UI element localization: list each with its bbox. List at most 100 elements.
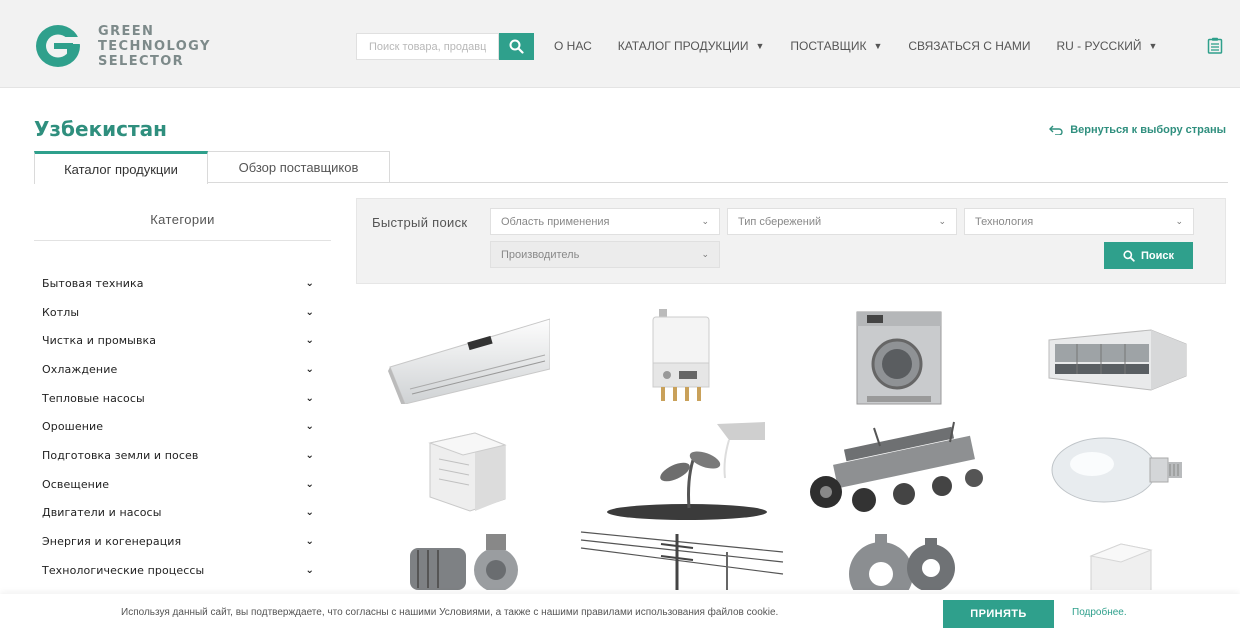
- category-label: Технологические процессы: [42, 563, 205, 577]
- search-button[interactable]: [499, 33, 534, 60]
- chevron-down-icon: ⌄: [305, 392, 314, 404]
- chevron-down-icon: ⌄: [701, 216, 709, 226]
- chevron-down-icon: ⌄: [305, 306, 314, 318]
- category-label: Тепловые насосы: [42, 391, 145, 405]
- search-input[interactable]: [356, 33, 499, 60]
- product-tile-industrial-chiller[interactable]: [1007, 300, 1224, 413]
- product-tile-irrigation[interactable]: [573, 413, 790, 526]
- filter-application-area[interactable]: Область применения ⌄: [490, 208, 720, 235]
- tab-bar: Каталог продукции Обзор поставщиков: [34, 151, 1228, 184]
- motor-pump-icon: [409, 534, 518, 590]
- tab-catalog[interactable]: Каталог продукции: [34, 151, 208, 184]
- chevron-down-icon: ⌄: [305, 363, 314, 375]
- product-tile-boiler[interactable]: [573, 300, 790, 413]
- cookie-accept-button[interactable]: ПРИНЯТЬ: [943, 600, 1054, 628]
- category-item[interactable]: Тепловые насосы ⌄: [42, 384, 322, 413]
- cookie-more-link[interactable]: Подробнее.: [1072, 607, 1127, 618]
- categories-title: Категории: [150, 212, 215, 227]
- nav-language-label: RU - РУССКИЙ: [1056, 39, 1142, 53]
- category-item[interactable]: Бытовая техника ⌄: [42, 269, 322, 298]
- chevron-down-icon: ▼: [755, 41, 765, 51]
- chevron-down-icon: ⌄: [305, 335, 314, 347]
- product-tile-motor-pump[interactable]: [356, 526, 573, 590]
- chevron-down-icon: ⌄: [305, 277, 314, 289]
- cookie-text: Используя данный сайт, вы подтверждаете,…: [121, 607, 779, 618]
- category-item[interactable]: Орошение ⌄: [42, 412, 322, 441]
- chevron-down-icon: ▼: [873, 41, 883, 51]
- category-item[interactable]: Котлы ⌄: [42, 298, 322, 327]
- logo-mark-icon: [36, 25, 86, 67]
- product-tile-white-unit[interactable]: [1007, 526, 1224, 590]
- category-item[interactable]: Освещение ⌄: [42, 470, 322, 499]
- categories-divider: [34, 240, 331, 241]
- industrial-chiller-icon: [1048, 328, 1186, 391]
- product-tile-led-bulb[interactable]: [1007, 413, 1224, 526]
- filter-placeholder: Технология: [975, 215, 1034, 228]
- category-item[interactable]: Чистка и промывка ⌄: [42, 326, 322, 355]
- chevron-down-icon: ⌄: [305, 536, 314, 548]
- category-list: Бытовая техника ⌄ Котлы ⌄ Чистка и промывк…: [42, 269, 322, 585]
- seeder-machine-icon: [809, 421, 983, 512]
- logo-line-1: GREEN: [98, 23, 155, 39]
- nav-contact-label: СВЯЗАТЬСЯ С НАМИ: [908, 39, 1031, 53]
- white-unit-icon: [1088, 543, 1153, 590]
- chevron-down-icon: ⌄: [305, 564, 314, 576]
- chevron-down-icon: ⌄: [701, 249, 709, 259]
- filter-placeholder: Область применения: [501, 215, 610, 228]
- category-label: Чистка и промывка: [42, 334, 157, 348]
- category-label: Бытовая техника: [42, 276, 144, 290]
- nav-contact[interactable]: СВЯЗАТЬСЯ С НАМИ: [908, 39, 1030, 53]
- logo-text: GREEN TECHNOLOGY SELECTOR: [98, 24, 211, 69]
- chevron-down-icon: ▼: [1148, 41, 1158, 51]
- category-label: Котлы: [42, 305, 80, 319]
- chevron-down-icon: ⌄: [305, 449, 314, 461]
- site-logo[interactable]: GREEN TECHNOLOGY SELECTOR: [34, 23, 211, 69]
- nav-catalog[interactable]: КАТАЛОГ ПРОДУКЦИИ ▼: [618, 39, 765, 53]
- quick-search-button-label: Поиск: [1140, 249, 1174, 262]
- page-title: Узбекистан: [34, 117, 167, 141]
- category-item[interactable]: Энергия и когенерация ⌄: [42, 527, 322, 556]
- heat-pump-icon: [427, 431, 507, 512]
- product-tile-seeder[interactable]: [790, 413, 1007, 526]
- quick-search-label: Быстрый поиск: [372, 215, 468, 230]
- irrigation-sprout-icon: [606, 421, 767, 520]
- product-tile-power-lines[interactable]: [573, 526, 790, 590]
- boiler-icon: [652, 308, 709, 401]
- category-item[interactable]: Двигатели и насосы ⌄: [42, 499, 322, 528]
- nav-supplier[interactable]: ПОСТАВЩИК ▼: [790, 39, 882, 53]
- search-icon: [1123, 249, 1135, 262]
- product-tile-gears[interactable]: [790, 526, 1007, 590]
- nav-language[interactable]: RU - РУССКИЙ ▼: [1057, 39, 1158, 53]
- power-lines-icon: [580, 531, 783, 590]
- product-tile-heat-pump[interactable]: [356, 413, 573, 526]
- filter-manufacturer[interactable]: Производитель ⌄: [490, 241, 720, 268]
- clipboard-list-icon[interactable]: [1207, 37, 1223, 54]
- category-label: Освещение: [42, 477, 110, 491]
- quick-search-panel: Быстрый поиск Область применения ⌄ Тип сб…: [356, 198, 1226, 284]
- chevron-down-icon: ⌄: [305, 478, 314, 490]
- air-conditioner-icon: [387, 318, 550, 404]
- chevron-down-icon: ⌄: [938, 216, 946, 226]
- category-label: Орошение: [42, 420, 104, 434]
- back-to-country-link[interactable]: Вернуться к выбору страны: [1049, 124, 1226, 136]
- category-label: Подготовка земли и посев: [42, 448, 199, 462]
- nav-about[interactable]: О НАС: [554, 39, 592, 53]
- product-tile-washing-machine[interactable]: [790, 300, 1007, 413]
- product-tile-air-conditioner[interactable]: [356, 300, 573, 413]
- category-label: Энергия и когенерация: [42, 535, 182, 549]
- category-label: Охлаждение: [42, 362, 118, 376]
- tab-suppliers[interactable]: Обзор поставщиков: [208, 151, 390, 183]
- filter-technology[interactable]: Технология ⌄: [964, 208, 1194, 235]
- filter-placeholder: Производитель: [501, 248, 580, 261]
- chevron-down-icon: ⌄: [305, 507, 314, 519]
- filter-savings-type[interactable]: Тип сбережений ⌄: [727, 208, 957, 235]
- quick-search-button[interactable]: Поиск: [1104, 242, 1193, 269]
- nav-about-label: О НАС: [554, 39, 592, 53]
- gears-icon: [848, 534, 955, 590]
- category-item[interactable]: Технологические процессы ⌄: [42, 556, 322, 585]
- category-item[interactable]: Охлаждение ⌄: [42, 355, 322, 384]
- category-item[interactable]: Подготовка земли и посев ⌄: [42, 441, 322, 470]
- led-bulb-icon: [1051, 437, 1182, 502]
- main-nav: О НАС КАТАЛОГ ПРОДУКЦИИ ▼ ПОСТАВЩИК ▼ СВЯЗ…: [554, 39, 1175, 53]
- logo-line-3: SELECTOR: [98, 53, 185, 69]
